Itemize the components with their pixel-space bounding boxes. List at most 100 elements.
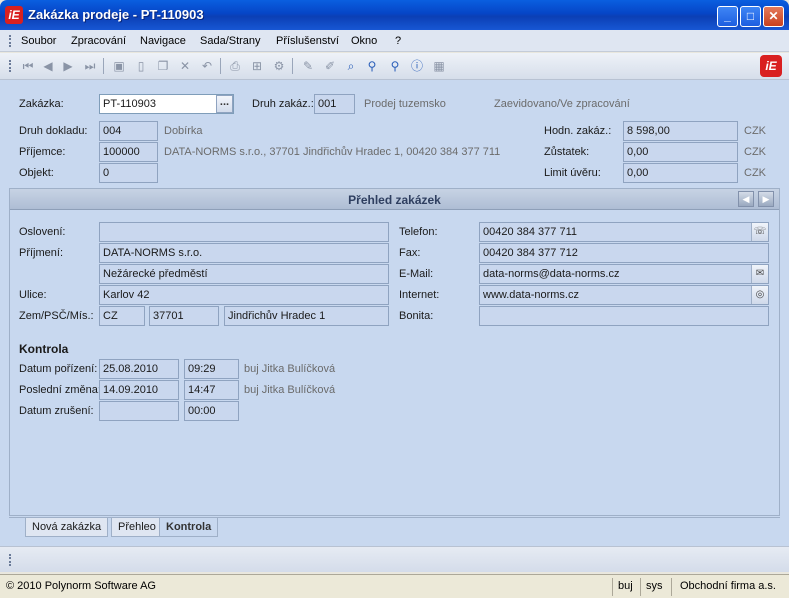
tree-icon[interactable]: ⊞ bbox=[249, 59, 265, 74]
tab-strip: Nová zakázka Přehleo Kontrola bbox=[9, 517, 780, 537]
new-icon[interactable]: ▯ bbox=[133, 59, 149, 74]
ulice-label: Ulice: bbox=[19, 289, 47, 301]
toolbar-separator bbox=[103, 58, 104, 74]
internet-field[interactable]: www.data-norms.cz bbox=[479, 285, 769, 305]
menu-bar: Soubor Zpracování Navigace Sada/Strany P… bbox=[0, 30, 789, 52]
internet-label: Internet: bbox=[399, 289, 440, 301]
next-icon[interactable]: ▶ bbox=[60, 59, 76, 74]
limit-uveru-label: Limit úvěru: bbox=[544, 167, 601, 179]
menu-soubor[interactable]: Soubor bbox=[21, 35, 56, 47]
currency-label: CZK bbox=[744, 167, 766, 179]
bonita-field[interactable] bbox=[479, 306, 769, 326]
datum-porizeni-field[interactable]: 25.08.2010 bbox=[99, 359, 179, 379]
cas-zmeny-field[interactable]: 14:47 bbox=[184, 380, 239, 400]
first-icon[interactable]: ⏮ bbox=[20, 59, 36, 74]
status-separator bbox=[671, 578, 672, 596]
fax-field[interactable]: 00420 384 377 712 bbox=[479, 243, 769, 263]
prijmeni2-field[interactable]: Nežárecké předměstí bbox=[99, 264, 389, 284]
status-separator bbox=[640, 578, 641, 596]
psc-field[interactable]: 37701 bbox=[149, 306, 219, 326]
currency-label: CZK bbox=[744, 146, 766, 158]
zem-field[interactable]: CZ bbox=[99, 306, 145, 326]
datum-zruseni-label: Datum zrušení: bbox=[19, 405, 94, 417]
status-separator bbox=[612, 578, 613, 596]
zoom-plus-icon[interactable]: ⚲ bbox=[387, 59, 403, 74]
prijemce-field[interactable]: 100000 bbox=[99, 142, 158, 162]
hodnota-zakazky-field: 8 598,00 bbox=[623, 121, 738, 141]
zem-psc-misto-label: Zem/PSČ/Mís.: bbox=[19, 310, 94, 322]
zmena-user: buj Jitka Bulíčková bbox=[244, 384, 336, 396]
copy-icon[interactable]: ❐ bbox=[155, 59, 171, 74]
hodnota-zakazky-label: Hodn. zakáz.: bbox=[544, 125, 612, 137]
toolbar-grip[interactable] bbox=[9, 60, 12, 72]
posledni-zmena-field[interactable]: 14.09.2010 bbox=[99, 380, 179, 400]
cas-porizeni-field[interactable]: 09:29 bbox=[184, 359, 239, 379]
settings-icon[interactable]: ⚙ bbox=[271, 59, 287, 74]
cas-zruseni-field[interactable]: 00:00 bbox=[184, 401, 239, 421]
zakazka-browse-button[interactable]: ... bbox=[216, 95, 233, 113]
druh-zakazky-label: Druh zakáz.: bbox=[252, 98, 314, 110]
prev-icon[interactable]: ◀ bbox=[40, 59, 56, 74]
mail-icon[interactable]: ✉ bbox=[751, 265, 768, 283]
edit-icon[interactable]: ✎ bbox=[300, 59, 316, 74]
undo-icon[interactable]: ↶ bbox=[199, 59, 215, 74]
datum-porizeni-label: Datum pořízení: bbox=[19, 363, 98, 375]
druh-dokladu-field[interactable]: 004 bbox=[99, 121, 158, 141]
tab-prehled[interactable]: Přehleo bbox=[111, 518, 163, 537]
bottom-grip[interactable] bbox=[9, 554, 12, 566]
save-icon[interactable]: ▣ bbox=[111, 59, 127, 74]
prijmeni-field[interactable]: DATA-NORMS s.r.o. bbox=[99, 243, 389, 263]
app-logo: iE bbox=[5, 6, 23, 24]
fax-label: Fax: bbox=[399, 247, 421, 259]
limit-uveru-field: 0,00 bbox=[623, 163, 738, 183]
zustatek-label: Zůstatek: bbox=[544, 146, 590, 158]
panel-prev-icon[interactable]: ◀ bbox=[738, 191, 754, 207]
datum-zruseni-field[interactable] bbox=[99, 401, 179, 421]
menu-navigace[interactable]: Navigace bbox=[140, 35, 186, 47]
minimize-button[interactable]: _ bbox=[717, 6, 738, 27]
calculator-icon[interactable]: ▦ bbox=[431, 59, 447, 74]
copyright-text: © 2010 Polynorm Software AG bbox=[6, 580, 156, 592]
objekt-label: Objekt: bbox=[19, 167, 54, 179]
misto-field[interactable]: Jindřichův Hradec 1 bbox=[224, 306, 389, 326]
status-bar: © 2010 Polynorm Software AG buj sys Obch… bbox=[0, 574, 789, 598]
menu-okno[interactable]: Okno bbox=[351, 35, 377, 47]
telefon-field[interactable]: 00420 384 377 711 bbox=[479, 222, 769, 242]
panel-next-icon[interactable]: ▶ bbox=[758, 191, 774, 207]
print-icon[interactable]: ⎙ bbox=[227, 59, 243, 74]
bonita-label: Bonita: bbox=[399, 310, 434, 322]
druh-zakazky-field[interactable]: 001 bbox=[314, 94, 355, 114]
close-button[interactable]: ✕ bbox=[763, 6, 784, 27]
bottom-toolbar bbox=[0, 546, 789, 572]
menu-sada-strany[interactable]: Sada/Strany bbox=[200, 35, 261, 47]
tab-kontrola[interactable]: Kontrola bbox=[159, 518, 219, 537]
menu-grip[interactable] bbox=[9, 35, 12, 47]
panel-title: Přehled zakázek bbox=[348, 193, 441, 207]
globe-icon[interactable]: ◎ bbox=[751, 286, 768, 304]
maximize-button[interactable]: □ bbox=[740, 6, 761, 27]
menu-help[interactable]: ? bbox=[395, 35, 401, 47]
prehled-zakazek-panel: Přehled zakázek ◀ ▶ Oslovení: Příjmení: … bbox=[9, 188, 780, 516]
info-icon[interactable]: ⓘ bbox=[409, 59, 425, 74]
zakazka-input[interactable]: PT-110903 bbox=[99, 94, 234, 114]
menu-prislusenstvi[interactable]: Příslušenství bbox=[276, 35, 339, 47]
email-field[interactable]: data-norms@data-norms.cz bbox=[479, 264, 769, 284]
panel-header: Přehled zakázek ◀ ▶ bbox=[10, 189, 779, 210]
delete-icon[interactable]: ✕ bbox=[177, 59, 193, 74]
phone-icon[interactable]: ☏ bbox=[751, 223, 768, 241]
find-icon[interactable]: ⌕ bbox=[343, 59, 359, 74]
title-bar: iE Zakázka prodeje - PT-110903 _ □ ✕ bbox=[0, 0, 789, 30]
ulice-field[interactable]: Karlov 42 bbox=[99, 285, 389, 305]
zoom-icon[interactable]: ⚲ bbox=[364, 59, 380, 74]
brand-logo: iE bbox=[760, 55, 782, 77]
tab-nova-zakazka[interactable]: Nová zakázka bbox=[25, 518, 109, 537]
objekt-field[interactable]: 0 bbox=[99, 163, 158, 183]
erase-icon[interactable]: ✐ bbox=[322, 59, 338, 74]
porizeni-user: buj Jitka Bulíčková bbox=[244, 363, 336, 375]
osloveni-field[interactable] bbox=[99, 222, 389, 242]
menu-zpracovani[interactable]: Zpracování bbox=[71, 35, 126, 47]
prijemce-desc: DATA-NORMS s.r.o., 37701 Jindřichův Hrad… bbox=[164, 146, 501, 158]
last-icon[interactable]: ⏭ bbox=[82, 59, 98, 74]
druh-zakazky-desc: Prodej tuzemsko bbox=[364, 98, 446, 110]
toolbar-separator bbox=[292, 58, 293, 74]
